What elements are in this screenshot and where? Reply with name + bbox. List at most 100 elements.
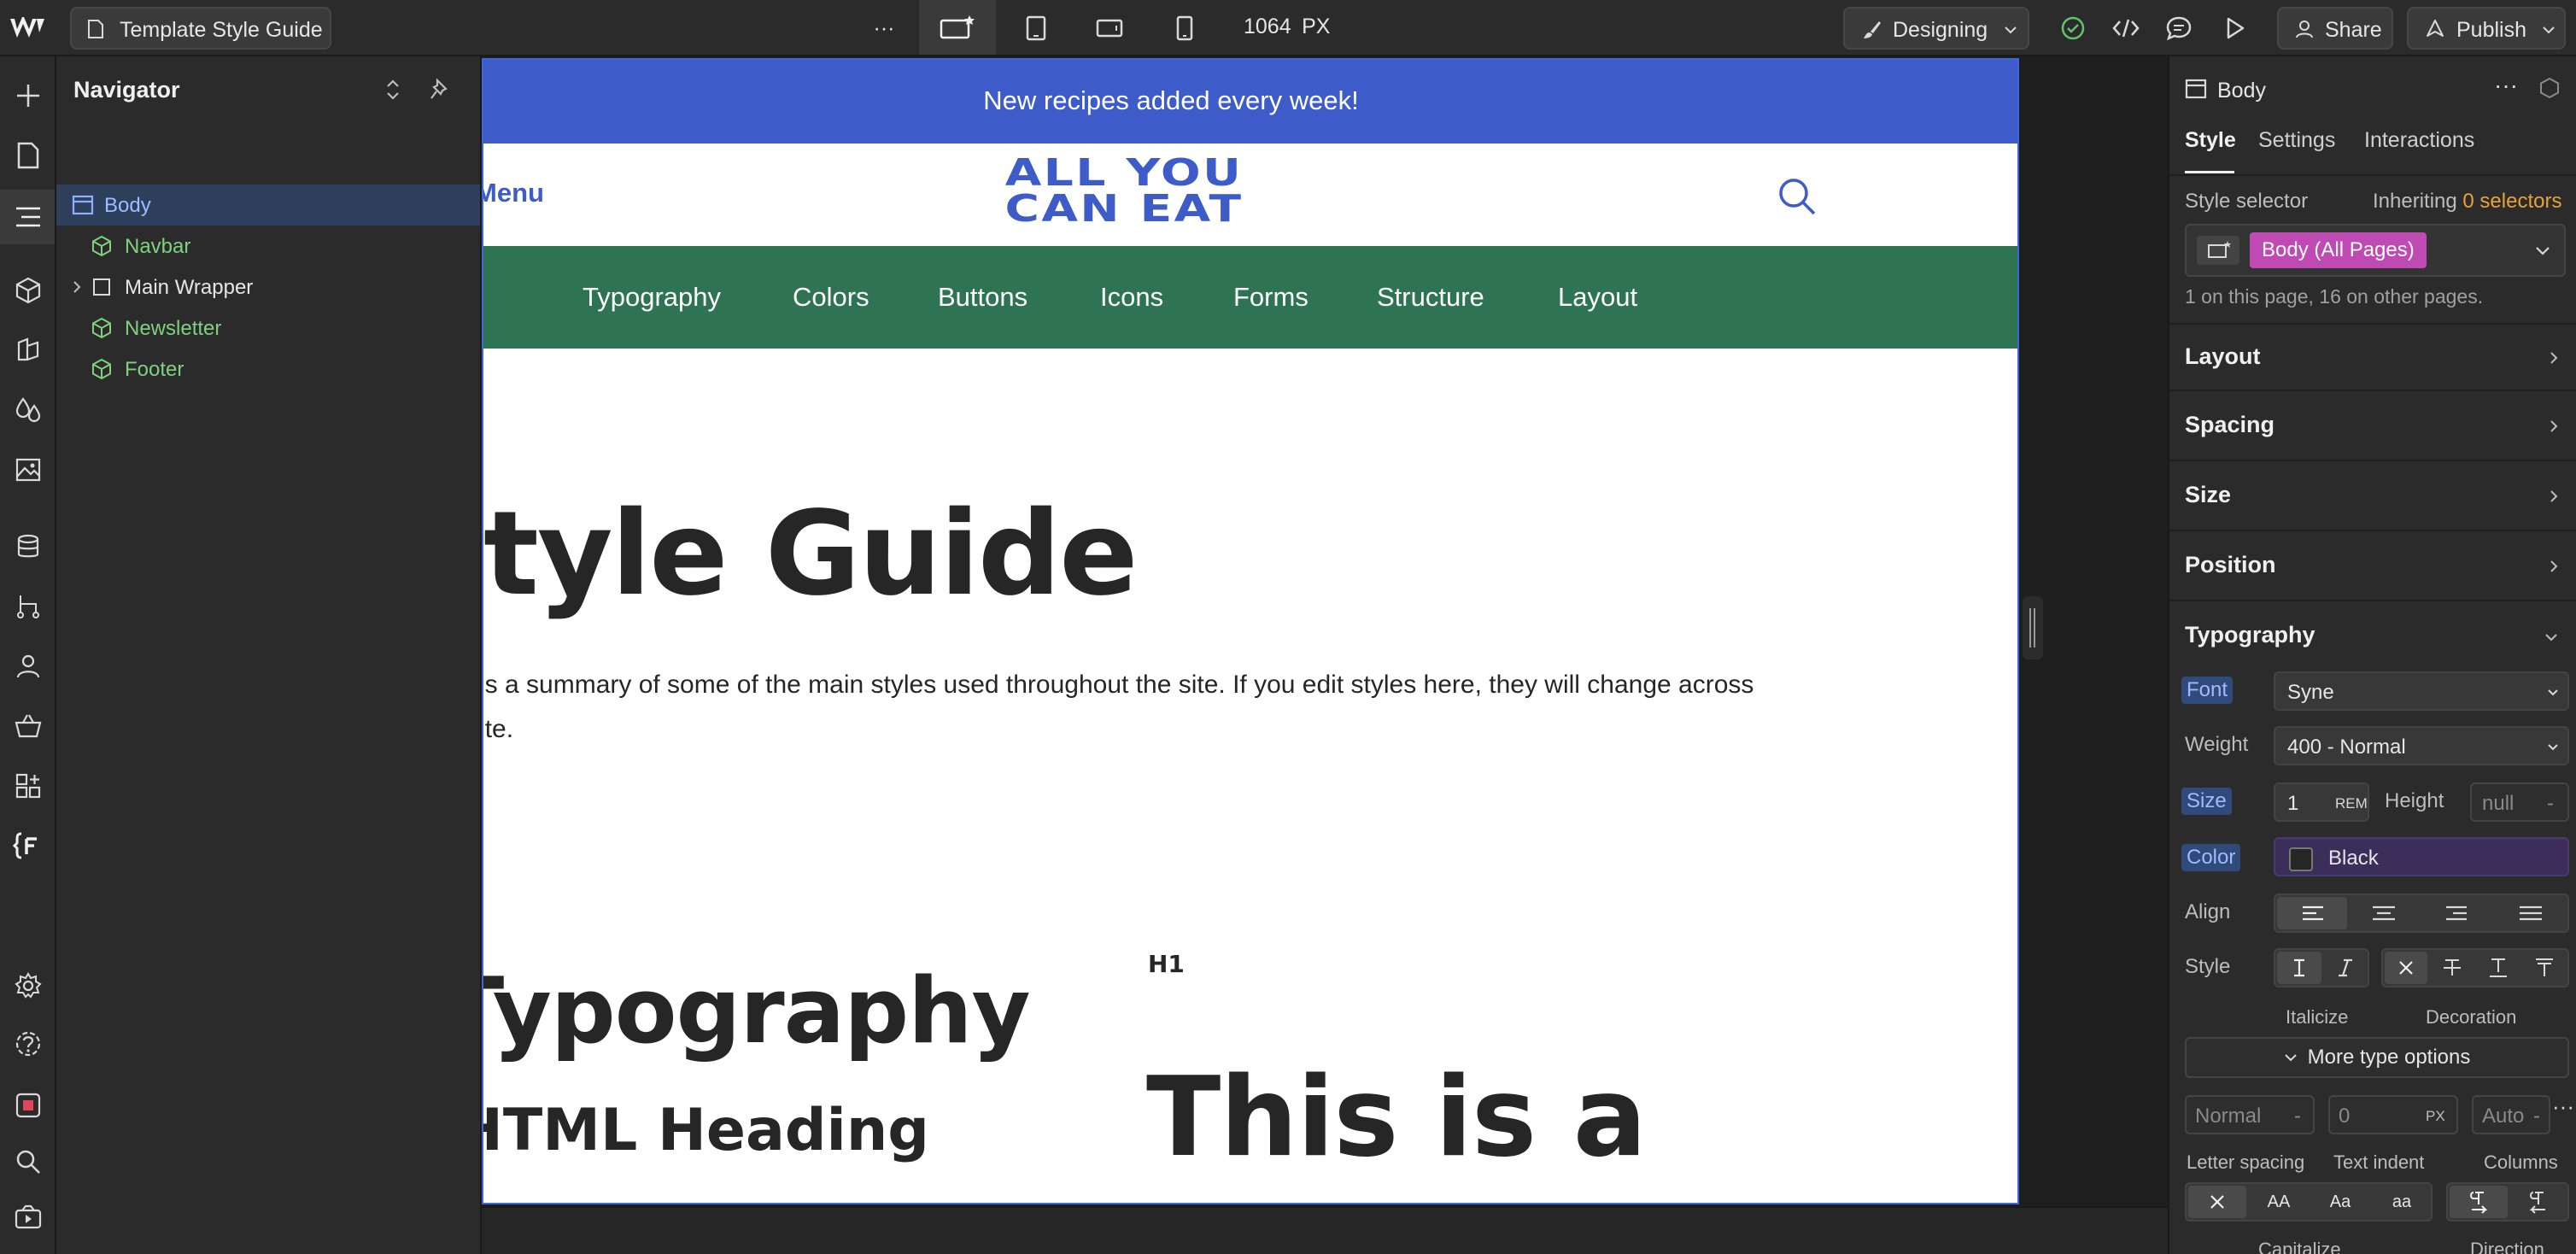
webflow-logo-icon[interactable] — [9, 14, 46, 43]
underline-button[interactable] — [2477, 952, 2520, 984]
more-options-button[interactable]: ··· — [864, 9, 904, 48]
text-indent-unit[interactable]: PX — [2426, 1108, 2445, 1125]
component-outline-icon[interactable] — [2538, 77, 2561, 99]
ecommerce-basket-icon[interactable] — [9, 707, 47, 745]
mode-selector-button[interactable]: Designing — [1843, 7, 2029, 50]
tab-interactions[interactable]: Interactions — [2364, 128, 2474, 153]
font-label[interactable]: Font — [2181, 677, 2234, 704]
navigator-row-footer[interactable]: Footer — [56, 349, 480, 390]
more-options-icon[interactable]: ··· — [2552, 1093, 2574, 1120]
preview-button[interactable] — [2216, 9, 2255, 48]
selector-type-icon[interactable] — [2197, 236, 2239, 265]
style-selector-field[interactable]: Body (All Pages) — [2185, 224, 2566, 277]
chevron-right-icon[interactable] — [72, 280, 82, 294]
font-select[interactable]: Syne — [2274, 671, 2569, 711]
breakpoint-portrait-button[interactable] — [1165, 9, 1204, 48]
align-justify-button[interactable] — [2496, 897, 2566, 929]
chevron-down-icon[interactable] — [2535, 246, 2550, 256]
search-icon[interactable] — [9, 1143, 47, 1181]
ltr-direction-button[interactable] — [2450, 1186, 2508, 1218]
size-label[interactable]: Size — [2181, 788, 2232, 815]
size-unit[interactable]: REM — [2335, 795, 2368, 812]
apps-icon[interactable] — [9, 767, 47, 805]
record-stop-icon[interactable] — [9, 1087, 47, 1124]
add-elements-icon[interactable] — [9, 77, 47, 114]
navigator-row-body[interactable]: Body — [56, 185, 480, 226]
section-layout[interactable]: Layout — [2169, 323, 2576, 391]
canvas-resize-handle[interactable] — [2023, 596, 2043, 659]
navigator-row-newsletter[interactable]: Newsletter — [56, 308, 480, 349]
align-left-button[interactable] — [2277, 897, 2347, 929]
rtl-direction-button[interactable] — [2509, 1186, 2567, 1218]
nav-item-typography[interactable]: Typography — [583, 282, 721, 313]
inheriting-count[interactable]: 0 selectors — [2462, 190, 2561, 213]
settings-gear-icon[interactable] — [9, 967, 47, 1005]
line-height-input[interactable]: null - — [2470, 782, 2569, 822]
breakpoint-tablet-button[interactable] — [1016, 9, 1056, 48]
align-right-button[interactable] — [2422, 897, 2492, 929]
section-typography[interactable]: Typography — [2169, 603, 2576, 671]
tab-style[interactable]: Style — [2185, 128, 2236, 153]
code-export-button[interactable] — [2106, 9, 2146, 48]
logic-icon[interactable] — [9, 588, 47, 625]
assets-icon[interactable] — [9, 451, 47, 489]
site-status-button[interactable] — [2053, 9, 2093, 48]
help-icon[interactable] — [9, 1025, 47, 1063]
search-icon[interactable] — [1777, 176, 1818, 217]
decoration-none-button[interactable] — [2385, 952, 2427, 984]
pin-panel-icon[interactable] — [429, 77, 453, 103]
components-icon[interactable] — [9, 272, 47, 309]
more-options-icon[interactable]: ··· — [2494, 72, 2518, 99]
letter-spacing-input[interactable]: Normal - — [2185, 1095, 2315, 1134]
color-picker-field[interactable]: Black — [2274, 837, 2569, 876]
navigator-icon[interactable] — [9, 198, 47, 236]
menu-link[interactable]: Menu — [483, 178, 544, 208]
columns-unit[interactable]: - — [2533, 1105, 2540, 1128]
video-tutorials-icon[interactable] — [9, 1199, 47, 1237]
color-swatch[interactable] — [2289, 847, 2313, 871]
align-center-button[interactable] — [2349, 897, 2419, 929]
letter-spacing-unit[interactable]: - — [2294, 1105, 2301, 1128]
lowercase-button[interactable]: aa — [2373, 1186, 2431, 1218]
section-spacing[interactable]: Spacing — [2169, 393, 2576, 461]
nav-item-colors[interactable]: Colors — [793, 282, 869, 313]
height-unit[interactable]: - — [2547, 792, 2554, 816]
text-upright-button[interactable] — [2277, 952, 2321, 984]
pages-icon[interactable] — [9, 137, 47, 174]
collapse-expand-icon[interactable] — [383, 77, 403, 103]
breakpoint-landscape-button[interactable] — [1090, 9, 1129, 48]
more-type-options-button[interactable]: More type options — [2185, 1037, 2569, 1078]
users-icon[interactable] — [9, 648, 47, 685]
variables-icon[interactable] — [9, 391, 47, 429]
overline-button[interactable] — [2523, 952, 2566, 984]
breakpoint-desktop-button[interactable] — [919, 0, 996, 55]
case-none-button[interactable] — [2188, 1186, 2246, 1218]
weight-select[interactable]: 400 - Normal — [2274, 726, 2569, 765]
tab-settings[interactable]: Settings — [2258, 128, 2335, 153]
site-logo[interactable]: ALL YOU CAN EAT — [922, 155, 1327, 228]
finsweet-app-icon[interactable] — [9, 827, 47, 864]
selector-chip[interactable]: Body (All Pages) — [2250, 232, 2427, 268]
uppercase-button[interactable]: AA — [2250, 1186, 2308, 1218]
section-position[interactable]: Position — [2169, 533, 2576, 601]
nav-item-icons[interactable]: Icons — [1100, 282, 1163, 313]
nav-item-forms[interactable]: Forms — [1233, 282, 1308, 313]
comments-button[interactable] — [2159, 9, 2198, 48]
canvas-width-readout[interactable]: 1064 PX — [1244, 15, 1330, 39]
nav-item-buttons[interactable]: Buttons — [938, 282, 1027, 313]
text-indent-input[interactable]: 0 PX — [2328, 1095, 2458, 1134]
strikethrough-button[interactable] — [2431, 952, 2474, 984]
color-label[interactable]: Color — [2181, 844, 2241, 871]
section-size[interactable]: Size — [2169, 463, 2576, 531]
cms-icon[interactable] — [9, 528, 47, 565]
style-selectors-icon[interactable] — [9, 331, 47, 369]
share-button[interactable]: Share — [2277, 7, 2393, 50]
publish-button[interactable]: Publish — [2407, 7, 2566, 50]
size-input[interactable]: 1 REM — [2274, 782, 2369, 822]
nav-item-structure[interactable]: Structure — [1377, 282, 1484, 313]
page-selector-button[interactable]: Template Style Guide — [70, 7, 331, 50]
capitalize-button[interactable]: Aa — [2311, 1186, 2369, 1218]
nav-item-layout[interactable]: Layout — [1558, 282, 1637, 313]
text-italic-button[interactable] — [2323, 952, 2368, 984]
navigator-row-main-wrapper[interactable]: Main Wrapper — [56, 267, 480, 308]
